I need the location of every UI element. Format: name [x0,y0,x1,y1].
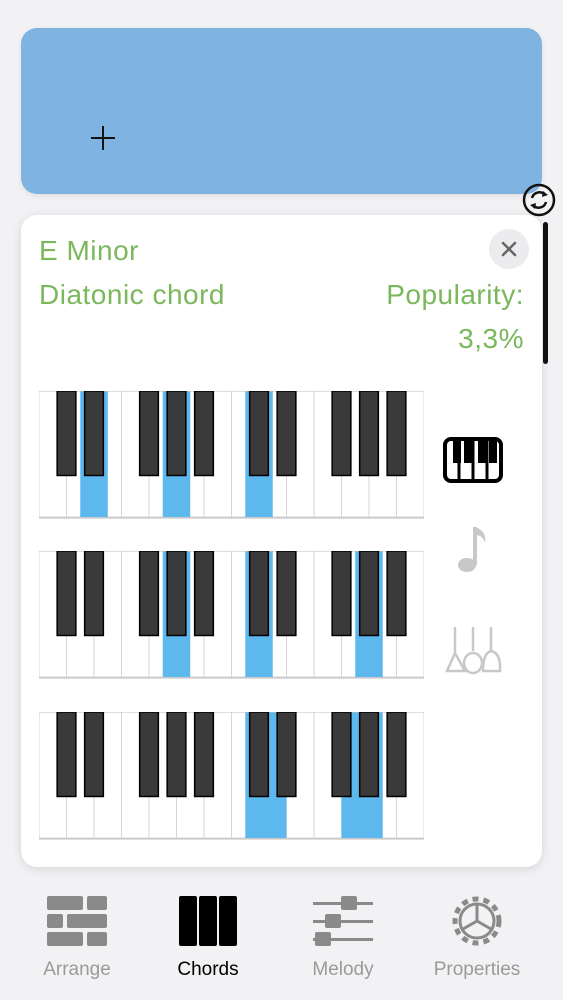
black-key[interactable] [248,551,270,637]
black-key[interactable] [386,551,407,637]
chord-detail-card: E Minor Diatonic chord Popularity: 3,3% [21,215,542,867]
add-icon[interactable] [89,124,117,152]
black-key[interactable] [276,712,297,798]
tab-label-chords: Chords [177,959,239,980]
black-key[interactable] [193,551,215,637]
scroll-indicator[interactable] [543,222,548,364]
tab-label-properties: Properties [433,959,521,980]
black-key[interactable] [331,551,352,637]
chord-slot[interactable] [21,28,556,217]
piano-keyboard-3[interactable] [39,712,424,840]
black-key[interactable] [83,712,105,798]
tab-arrange[interactable]: Arrange [17,892,137,981]
black-key[interactable] [166,551,187,637]
cycle-icon[interactable] [521,182,557,218]
black-key[interactable] [248,712,270,798]
chord-type: Diatonic chord [39,279,225,310]
sliders-icon [313,896,373,946]
tab-label-arrange: Arrange [43,959,111,980]
black-key[interactable] [56,712,77,798]
black-key[interactable] [331,712,352,798]
keyboard-svg[interactable] [39,551,424,679]
popularity-value: 3,3% [458,323,524,354]
black-key[interactable] [56,551,77,637]
music-note-icon[interactable] [455,523,491,575]
black-key[interactable] [193,391,215,477]
black-key[interactable] [386,391,407,477]
close-button[interactable] [489,229,529,269]
keyboard-svg[interactable] [39,391,424,519]
piano-icon[interactable] [443,437,503,483]
black-key[interactable] [248,391,270,477]
tab-chords[interactable]: Chords [148,892,268,981]
piano-keyboard-1[interactable] [39,391,424,519]
bricks-icon [47,896,107,946]
black-key[interactable] [138,551,160,637]
piano-keyboard-2[interactable] [39,551,424,679]
black-key[interactable] [358,391,380,477]
chord-name: E Minor [39,235,139,266]
black-key[interactable] [138,391,160,477]
keyboard-svg[interactable] [39,712,424,840]
close-icon [501,241,517,257]
black-key[interactable] [83,391,105,477]
tab-properties[interactable]: Properties [417,892,537,981]
black-key[interactable] [83,551,105,637]
black-key[interactable] [331,391,352,477]
black-key[interactable] [56,391,77,477]
black-key[interactable] [166,712,187,798]
black-key[interactable] [276,551,297,637]
black-key[interactable] [193,712,215,798]
tab-bar: Arrange Chords Melody Properties [0,880,563,1000]
tab-label-melody: Melody [312,959,374,980]
gear-icon [452,896,502,946]
tab-melody[interactable]: Melody [283,892,403,981]
black-key[interactable] [358,712,380,798]
chords-icon [179,896,237,946]
black-key[interactable] [358,551,380,637]
black-key[interactable] [166,391,187,477]
instruments-icon[interactable] [443,623,505,675]
black-key[interactable] [386,712,407,798]
black-key[interactable] [138,712,160,798]
popularity-label: Popularity: [386,279,524,310]
black-key[interactable] [276,391,297,477]
